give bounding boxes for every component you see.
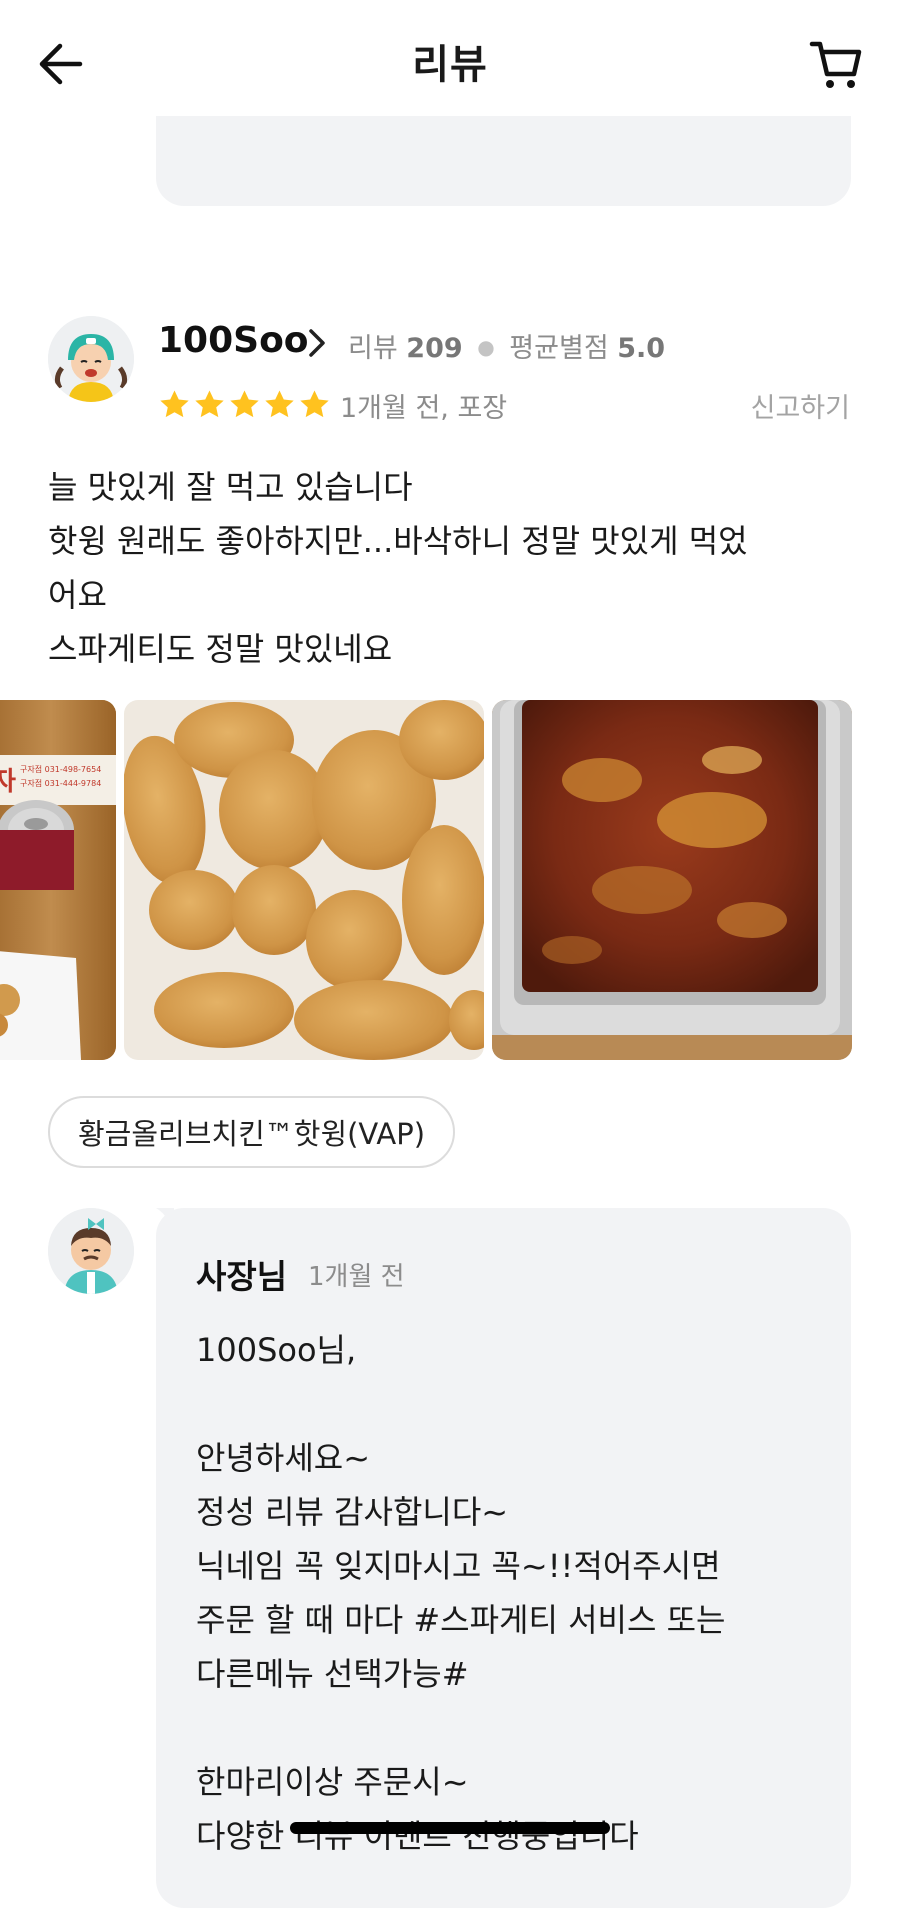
page-title: 리뷰: [412, 42, 488, 88]
cart-button[interactable]: [808, 36, 864, 92]
review-photo-can-and-box[interactable]: 자 구자점 031-498-7654 구자점 031-444-9784: [0, 700, 116, 1060]
reply-text-line: 안녕하세요~: [196, 1439, 371, 1477]
review-text-line: 늘 맛있게 잘 먹고 있습니다: [48, 468, 413, 506]
owner-avatar: [48, 1208, 134, 1294]
star-icon: [195, 390, 224, 418]
review-photo-carousel[interactable]: 자 구자점 031-498-7654 구자점 031-444-9784: [0, 700, 900, 1060]
reply-bubble-tail: [156, 1208, 174, 1238]
owner-reply-text: 100Soo님, 안녕하세요~ 정성 리뷰 감사합니다~ 닉네임 꼭 잊지마시고…: [196, 1323, 836, 1863]
sign-text: 자: [0, 767, 16, 797]
average-rating-label: 평균별점: [509, 333, 609, 364]
cart-icon: [809, 41, 862, 88]
home-indicator[interactable]: [290, 1822, 610, 1834]
reply-text-line: [196, 1377, 836, 1431]
star-icon: [230, 390, 259, 418]
owner-reply-time: 1개월 전: [308, 1262, 405, 1292]
box-phone-text: 구자점 031-498-7654: [20, 764, 101, 774]
box-phone-text: 구자점 031-444-9784: [20, 778, 101, 788]
average-rating-value: 5.0: [617, 333, 666, 364]
reply-text-line: [196, 1701, 836, 1755]
reply-text-line: 100Soo님,: [196, 1331, 357, 1369]
review-text: 늘 맛있게 잘 먹고 있습니다 핫윙 원래도 좋아하지만...바삭하니 정말 맛…: [48, 460, 858, 676]
reply-text-line: 정성 리뷰 감사합니다~: [196, 1493, 509, 1531]
ordered-menu-tag[interactable]: 황금올리브치킨™핫윙(VAP): [48, 1096, 456, 1168]
reply-text-line: 닉네임 꼭 잊지마시고 꼭~!!적어주시면: [196, 1547, 721, 1585]
owner-name: 사장님: [196, 1257, 288, 1296]
separator-dot: ●: [477, 335, 495, 359]
reply-text-line: 다양한 리뷰 이벤트 진행중입니다: [196, 1817, 639, 1855]
reviewer-name[interactable]: 100Soo: [158, 320, 309, 361]
review-text-line: 스파게티도 정말 맛있네요: [48, 630, 393, 668]
top-navigation-bar: 리뷰: [0, 0, 900, 116]
reply-text-line: 한마리이상 주문시~: [196, 1763, 469, 1801]
reply-text-line: 주문 할 때 마다 #스파게티 서비스 또는: [196, 1601, 726, 1639]
star-icon: [265, 390, 294, 418]
review-count-value: 209: [406, 333, 463, 364]
star-icon: [160, 390, 189, 418]
chevron-right-icon[interactable]: [306, 326, 328, 360]
report-button[interactable]: 신고하기: [751, 386, 850, 425]
star-rating: [158, 388, 331, 422]
review-date-and-type: 1개월 전, 포장: [340, 393, 508, 424]
reply-text-line: 다른메뉴 선택가능#: [196, 1655, 469, 1693]
review-photo-fried-wings[interactable]: [124, 700, 484, 1060]
reviewer-stats: 리뷰 209 ● 평균별점 5.0: [348, 326, 665, 365]
review-text-line: 핫윙 원래도 좋아하지만...바삭하니 정말 맛있게 먹었: [48, 522, 748, 560]
review-text-line: 어요: [48, 576, 107, 614]
review-count-label: 리뷰: [348, 333, 398, 364]
review-photo-baked-spaghetti[interactable]: [492, 700, 852, 1060]
reviewer-avatar[interactable]: [48, 316, 134, 402]
star-icon: [300, 390, 329, 418]
previous-owner-reply-bubble: [156, 116, 851, 206]
